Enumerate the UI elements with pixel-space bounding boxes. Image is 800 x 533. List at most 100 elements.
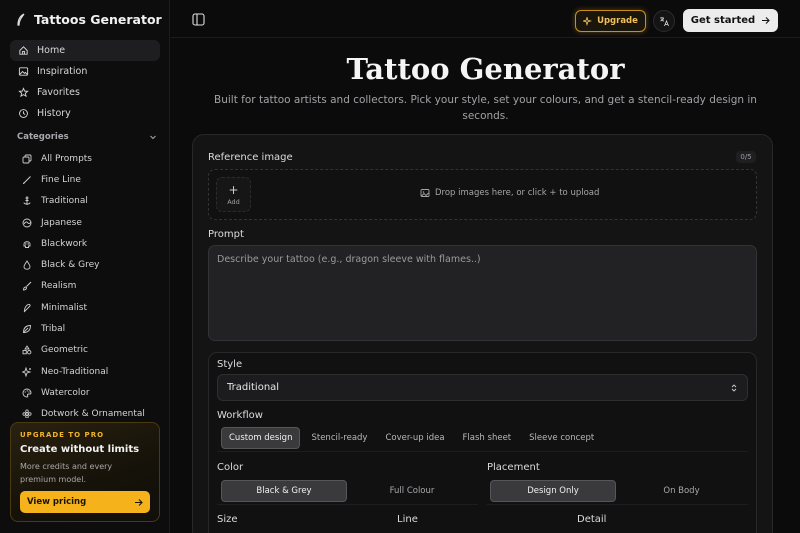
upgrade-card: UPGRADE TO PRO Create without limits Mor… xyxy=(10,422,160,522)
workflow-cover-up[interactable]: Cover-up idea xyxy=(378,427,451,449)
workflow-custom-design[interactable]: Custom design xyxy=(221,426,301,449)
placement-divider xyxy=(487,504,748,505)
style-select[interactable]: Traditional xyxy=(217,374,748,401)
categories-heading: Categories xyxy=(17,132,69,142)
category-minimalist[interactable]: Minimalist xyxy=(16,297,160,318)
reference-count-badge: 0/5 xyxy=(736,151,756,163)
category-watercolor[interactable]: Watercolor xyxy=(16,382,160,403)
category-fine-line[interactable]: Fine Line xyxy=(16,169,160,190)
upgrade-button[interactable]: Upgrade xyxy=(575,10,646,32)
category-geometric[interactable]: Geometric xyxy=(16,340,160,361)
workflow-sleeve-concept[interactable]: Sleeve concept xyxy=(522,427,601,449)
language-button[interactable] xyxy=(653,10,675,32)
wave-icon xyxy=(22,218,32,227)
upgrade-label: Upgrade xyxy=(597,16,638,26)
brand-name: Tattoos Generator xyxy=(34,12,162,27)
nav-item-inspiration[interactable]: Inspiration xyxy=(10,61,160,82)
add-label: Add xyxy=(227,197,240,206)
category-label: Japanese xyxy=(41,217,82,228)
category-tribal[interactable]: Tribal xyxy=(16,318,160,339)
pen-line-icon xyxy=(23,176,31,184)
nav-label: Home xyxy=(37,45,66,56)
line-label: Line xyxy=(397,514,418,525)
category-label: Watercolor xyxy=(41,387,90,398)
placement-design-only[interactable]: Design Only xyxy=(490,480,616,502)
reference-image-label: Reference image xyxy=(208,152,293,163)
image-icon xyxy=(420,189,430,197)
get-started-button[interactable]: Get started xyxy=(683,9,778,32)
nav-label: History xyxy=(37,108,71,119)
chevrons-up-down-icon xyxy=(731,383,737,392)
arrow-right-icon xyxy=(135,498,143,506)
nav-label: Inspiration xyxy=(37,66,88,77)
categories-header[interactable]: Categories xyxy=(17,132,157,142)
category-blackwork[interactable]: Blackwork xyxy=(16,233,160,254)
chevron-down-icon xyxy=(150,135,156,140)
home-icon xyxy=(19,46,28,55)
category-label: All Prompts xyxy=(41,153,92,164)
category-realism[interactable]: Realism xyxy=(16,276,160,297)
style-label: Style xyxy=(217,359,243,370)
size-label: Size xyxy=(217,514,238,525)
style-value: Traditional xyxy=(227,382,280,393)
workflow-label: Workflow xyxy=(217,410,263,421)
color-label: Color xyxy=(217,462,244,473)
placement-on-body[interactable]: On Body xyxy=(619,480,744,502)
nav-item-home[interactable]: Home xyxy=(10,40,160,61)
main-nav: Home Inspiration Favorites History xyxy=(10,40,160,124)
arrow-right-icon xyxy=(762,17,770,24)
workflow-stencil-ready[interactable]: Stencil-ready xyxy=(304,427,374,449)
category-black-grey[interactable]: Black & Grey xyxy=(16,254,160,275)
sparkle-icon xyxy=(583,16,593,26)
placement-label: Placement xyxy=(487,462,540,473)
category-label: Tribal xyxy=(41,324,66,335)
brush-icon xyxy=(23,282,32,291)
category-japanese[interactable]: Japanese xyxy=(16,212,160,233)
category-label: Minimalist xyxy=(41,302,87,313)
skull-icon xyxy=(23,241,31,248)
star-icon xyxy=(18,87,29,98)
image-icon xyxy=(18,67,29,76)
flower-icon xyxy=(22,409,32,418)
sidebar: Tattoos Generator Home Inspiration Favor… xyxy=(0,0,170,533)
category-all-prompts[interactable]: All Prompts xyxy=(16,148,160,169)
nav-item-history[interactable]: History xyxy=(10,103,160,124)
view-pricing-label: View pricing xyxy=(27,497,87,507)
upgrade-kicker: UPGRADE TO PRO xyxy=(20,431,105,439)
category-label: Blackwork xyxy=(41,238,88,249)
feather-icon xyxy=(23,303,31,313)
view-pricing-button[interactable]: View pricing xyxy=(20,491,150,513)
category-label: Neo-Traditional xyxy=(41,366,109,377)
category-neo-traditional[interactable]: Neo-Traditional xyxy=(16,361,160,382)
plus-icon: + xyxy=(228,182,239,197)
anchor-icon xyxy=(23,196,31,206)
sidebar-toggle-icon[interactable] xyxy=(192,13,205,26)
upgrade-description: More credits and every premium model. xyxy=(20,462,113,484)
category-label: Dotwork & Ornamental xyxy=(41,409,145,418)
shapes-icon xyxy=(22,345,32,355)
sparkles-icon xyxy=(22,366,32,377)
category-label: Geometric xyxy=(41,345,88,356)
category-dotwork-ornamental[interactable]: Dotwork & Ornamental xyxy=(16,404,160,418)
page-subtitle: Built for tattoo artists and collectors.… xyxy=(214,94,757,122)
category-traditional[interactable]: Traditional xyxy=(16,191,160,212)
palette-icon xyxy=(22,388,32,398)
copy-icon xyxy=(22,154,32,164)
detail-label: Detail xyxy=(577,514,607,525)
translate-icon xyxy=(659,16,669,26)
prompt-textarea[interactable]: Describe your tattoo (e.g., dragon sleev… xyxy=(208,245,757,341)
category-label: Black & Grey xyxy=(41,260,100,271)
get-started-label: Get started xyxy=(690,15,756,26)
prompt-placeholder: Describe your tattoo (e.g., dragon sleev… xyxy=(217,254,481,265)
add-image-button[interactable]: + Add xyxy=(216,177,251,212)
workflow-options: Custom design Stencil-ready Cover-up ide… xyxy=(217,424,748,452)
brand[interactable]: Tattoos Generator xyxy=(16,12,162,27)
leaf-icon xyxy=(23,325,31,333)
color-black-grey[interactable]: Black & Grey xyxy=(221,480,347,502)
category-label: Fine Line xyxy=(41,174,81,185)
category-label: Realism xyxy=(41,281,77,292)
history-icon xyxy=(19,109,28,118)
color-full-colour[interactable]: Full Colour xyxy=(350,480,474,502)
nav-item-favorites[interactable]: Favorites xyxy=(10,82,160,103)
workflow-flash-sheet[interactable]: Flash sheet xyxy=(456,427,519,449)
